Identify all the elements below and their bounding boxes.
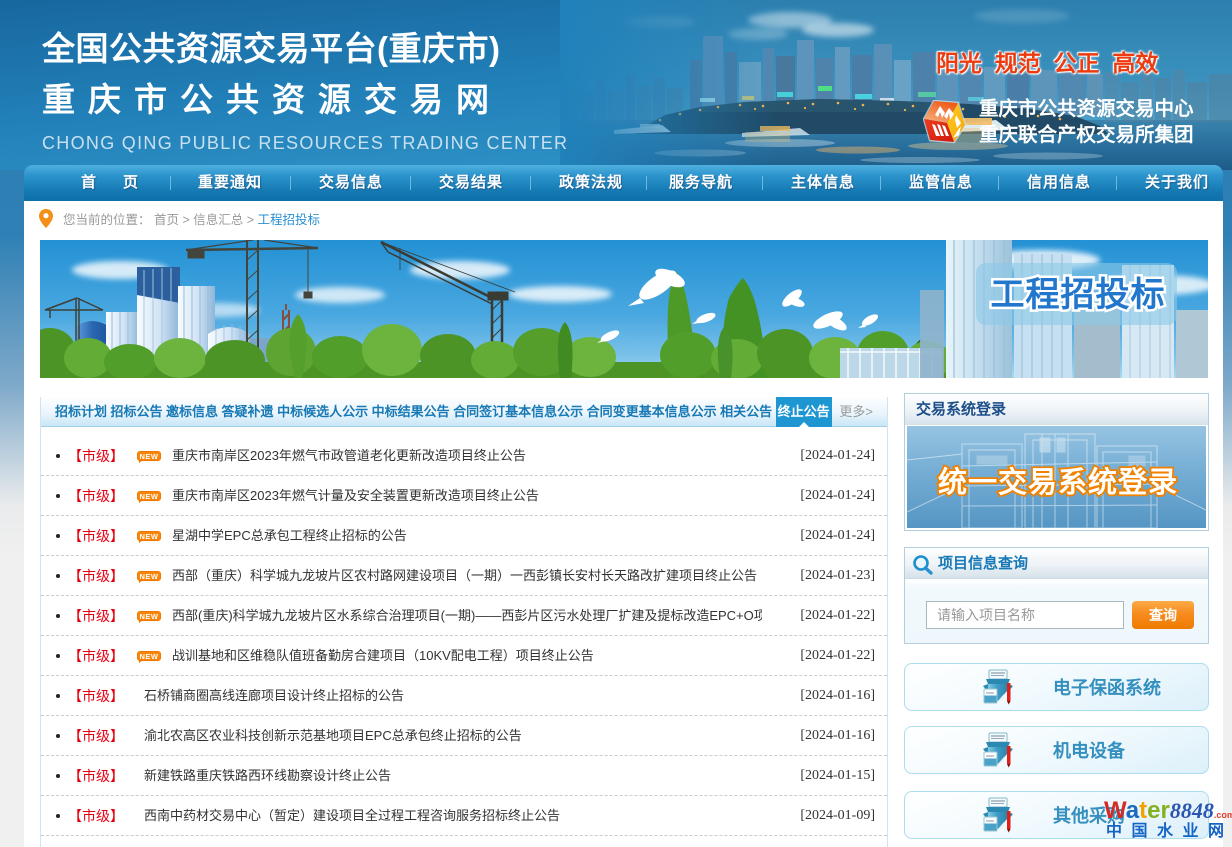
svg-text:工程招投标: 工程招投标	[991, 276, 1166, 314]
svg-text:统一交易系统登录: 统一交易系统登录	[938, 465, 1178, 499]
